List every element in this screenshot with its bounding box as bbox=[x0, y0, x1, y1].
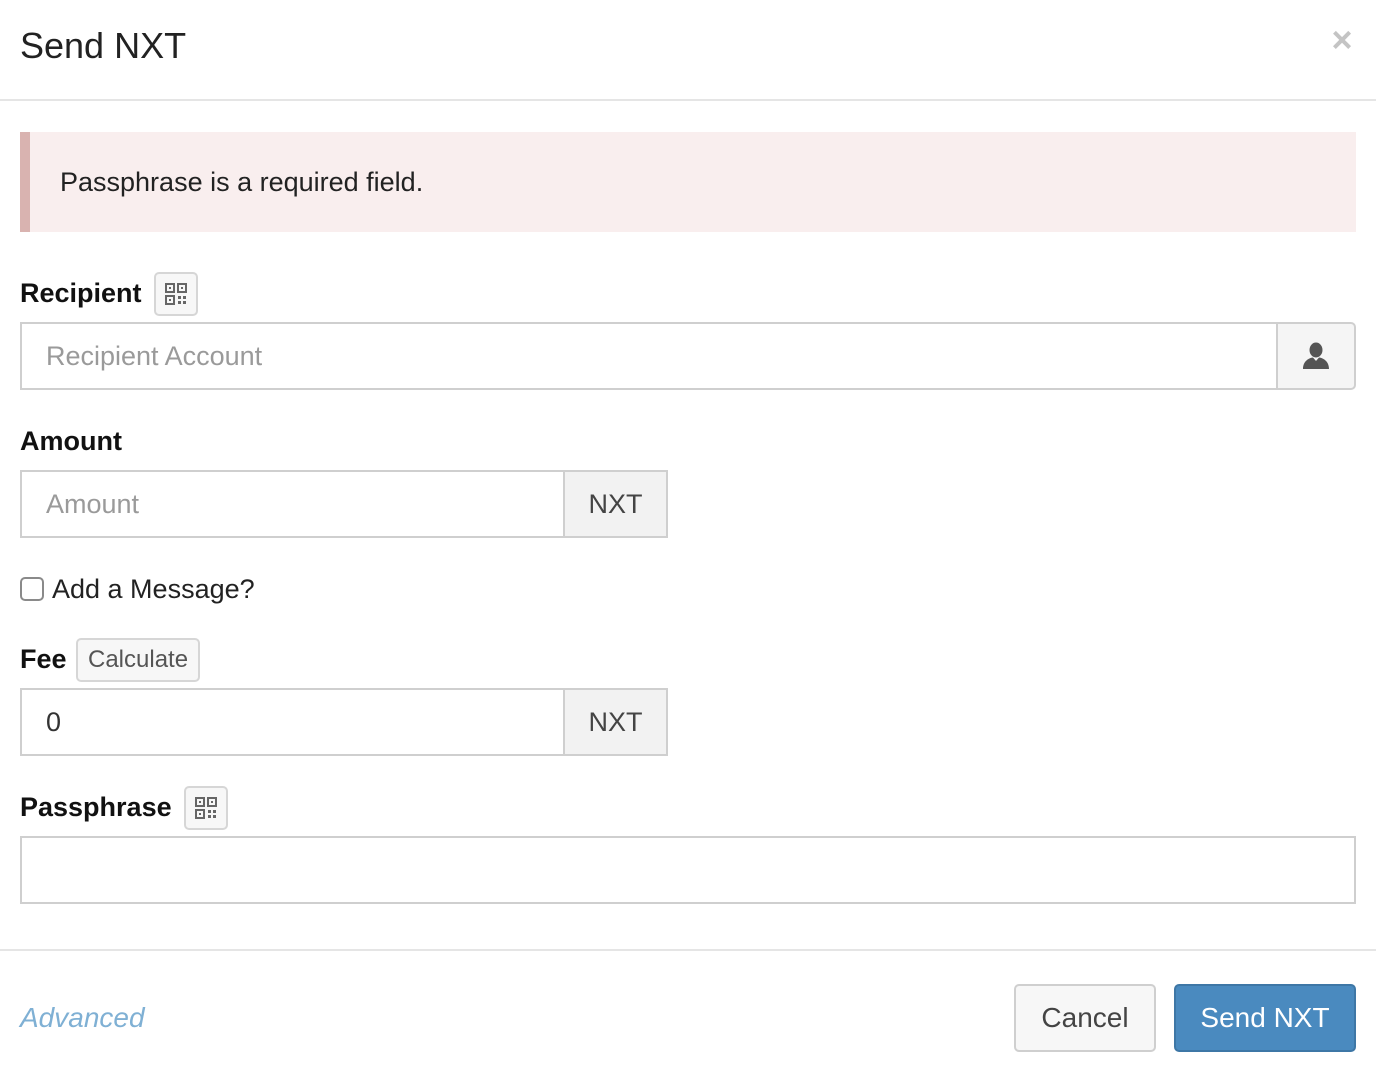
amount-placeholder: Amount bbox=[46, 488, 140, 519]
alert-message: Passphrase is a required field. bbox=[60, 167, 424, 197]
fee-value: 0 bbox=[46, 706, 62, 737]
fee-input[interactable]: 0 bbox=[20, 688, 565, 756]
qr-code-icon bbox=[165, 283, 187, 305]
add-message-label[interactable]: Add a Message? bbox=[52, 572, 255, 606]
fee-label: Fee bbox=[20, 644, 67, 674]
cancel-button[interactable]: Cancel bbox=[1014, 984, 1156, 1052]
passphrase-label: Passphrase bbox=[20, 792, 172, 822]
error-alert: Passphrase is a required field. bbox=[20, 132, 1356, 232]
modal-title: Send NXT bbox=[20, 25, 187, 66]
modal-header: Send NXT × bbox=[0, 0, 1376, 101]
recipient-placeholder: Recipient Account bbox=[46, 340, 263, 371]
send-nxt-button[interactable]: Send NXT bbox=[1174, 984, 1356, 1052]
send-nxt-modal: Send NXT × Passphrase is a required fiel… bbox=[0, 0, 1376, 1066]
user-icon bbox=[1303, 342, 1329, 369]
passphrase-input[interactable] bbox=[20, 836, 1356, 904]
fee-unit: NXT bbox=[563, 688, 668, 756]
recipient-lookup-button[interactable] bbox=[1276, 322, 1356, 390]
amount-input[interactable]: Amount bbox=[20, 470, 565, 538]
recipient-input[interactable]: Recipient Account bbox=[20, 322, 1278, 390]
recipient-label: Recipient bbox=[20, 278, 142, 308]
add-message-checkbox[interactable] bbox=[20, 577, 44, 601]
close-button[interactable]: × bbox=[1326, 20, 1358, 60]
amount-unit: NXT bbox=[563, 470, 668, 538]
passphrase-qr-button[interactable] bbox=[184, 786, 228, 830]
recipient-qr-button[interactable] bbox=[154, 272, 198, 316]
modal-footer: Advanced Cancel Send NXT bbox=[0, 949, 1376, 1066]
advanced-link[interactable]: Advanced bbox=[20, 1001, 145, 1035]
amount-label: Amount bbox=[20, 426, 122, 456]
qr-code-icon bbox=[195, 797, 217, 819]
calculate-fee-button[interactable]: Calculate bbox=[76, 638, 201, 682]
